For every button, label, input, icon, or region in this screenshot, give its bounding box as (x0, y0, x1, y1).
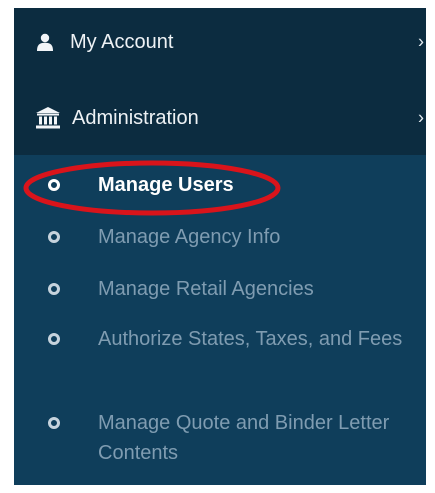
bank-icon (36, 107, 60, 129)
submenu-item-label: Authorize States, Taxes, and Fees (98, 328, 403, 350)
screenshot-frame: My Account › Administration › Manage Use… (0, 0, 435, 493)
sidebar-item-my-account[interactable]: My Account › (14, 12, 426, 72)
circle-icon (48, 283, 60, 295)
submenu-item-label: Manage Users (98, 174, 234, 196)
submenu-item-label: Manage Retail Agencies (98, 278, 314, 300)
user-icon (36, 33, 54, 51)
circle-icon (48, 231, 60, 243)
sidebar-nav: My Account › Administration › Manage Use… (14, 8, 426, 485)
sidebar-item-label: Administration (72, 106, 199, 129)
submenu-item-label: Manage Agency Info (98, 226, 281, 248)
submenu-item-label: Manage Quote and Binder Letter Contents (98, 412, 390, 464)
circle-icon (48, 333, 60, 345)
chevron-right-icon: › (418, 107, 424, 128)
sidebar-item-administration[interactable]: Administration › (14, 88, 426, 148)
circle-icon (48, 179, 60, 191)
administration-submenu: Manage Users Manage Agency Info Manage R… (14, 155, 426, 485)
sidebar-item-label: My Account (70, 30, 174, 53)
chevron-right-icon: › (418, 31, 424, 52)
circle-icon (48, 417, 60, 429)
